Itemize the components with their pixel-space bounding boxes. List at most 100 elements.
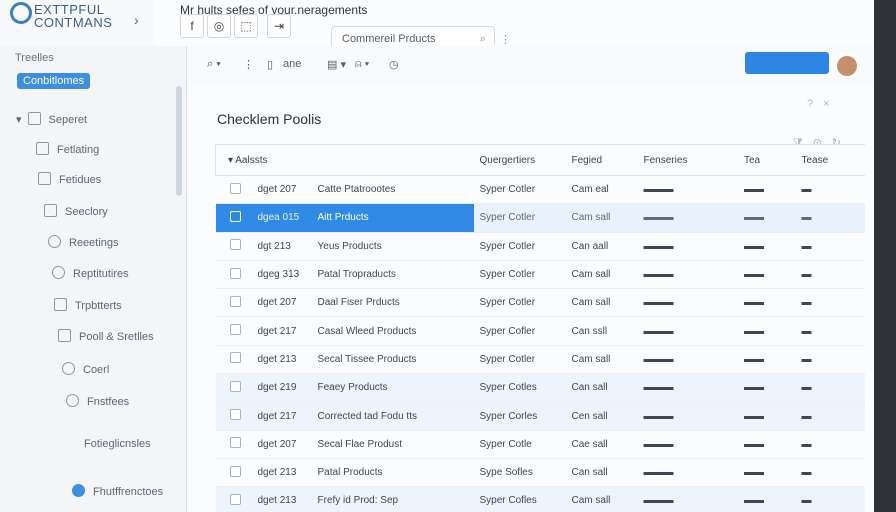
product-name[interactable]: Corrected tad Fodu tts <box>311 401 474 431</box>
sidebar-item-7[interactable]: Pooll & Sretlles <box>58 329 154 343</box>
table-row[interactable]: dget 219 Feaey Products Syper Cotles Can… <box>215 373 865 403</box>
product-name[interactable]: Catte Ptatroootes <box>311 175 474 205</box>
sidebar-item-10[interactable]: Fotieglicnsles <box>72 438 151 450</box>
checkbox[interactable] <box>229 465 241 477</box>
product-code[interactable]: dget 219 <box>251 373 312 403</box>
product-code[interactable]: dget 217 <box>251 316 312 346</box>
checkbox[interactable] <box>229 324 241 336</box>
record-icon[interactable]: ◎ <box>207 14 231 38</box>
product-category[interactable]: Sype Sofles <box>473 458 566 488</box>
more-icon[interactable]: ⋮ <box>243 58 254 71</box>
product-category[interactable]: Syper Cotler <box>473 345 566 375</box>
row-checkbox[interactable] <box>215 345 252 375</box>
product-category[interactable]: Syper Cotler <box>473 232 566 261</box>
primary-action-button[interactable] <box>745 52 829 74</box>
sidebar-item-6[interactable]: Trpbtterts <box>54 298 122 312</box>
product-code[interactable]: dget 213 <box>251 345 312 375</box>
avatar[interactable] <box>835 54 859 78</box>
zoom-dropdown[interactable]: ⌕ ▾ <box>207 58 221 71</box>
table-row[interactable]: dget 217 Casal Wleed Products Syper Cofl… <box>215 316 865 346</box>
product-code[interactable]: dget 207 <box>251 175 312 205</box>
product-name[interactable]: Aitt Prducts <box>311 203 474 233</box>
product-category[interactable]: Syper Cofles <box>473 486 566 512</box>
toolbar-label[interactable]: ane <box>283 58 301 70</box>
table-row[interactable]: dgt 213 Yeus Products Syper Cotler Can a… <box>215 232 865 261</box>
product-code[interactable]: dget 207 <box>251 430 312 459</box>
row-checkbox[interactable] <box>215 373 252 403</box>
table-row[interactable]: dgeg 313 Patal Tropraducts Syper Cotler … <box>215 260 865 290</box>
product-code[interactable]: dget 213 <box>251 458 312 488</box>
product-category[interactable]: Syper Corles <box>473 401 566 431</box>
table-row[interactable]: dget 213 Frefy id Prod: Sep Syper Cofles… <box>215 486 865 512</box>
row-checkbox[interactable] <box>215 203 252 233</box>
product-name[interactable]: Patal Tropraducts <box>311 260 474 290</box>
filter-icon[interactable]: ⋮ <box>500 33 511 46</box>
column-header-assets[interactable]: ▾ Aalssts <box>215 144 474 176</box>
row-checkbox[interactable] <box>215 316 252 346</box>
product-name[interactable]: Frefy id Prod: Sep <box>311 486 474 512</box>
table-row-selected[interactable]: dgea 015 Aitt Prducts Syper Cotler Cam s… <box>215 203 865 233</box>
column-header-tease[interactable]: Tease <box>795 144 865 176</box>
facebook-icon[interactable]: f <box>180 14 204 38</box>
column-header-series[interactable]: Fenseries <box>637 144 738 176</box>
clock-icon[interactable]: ◷ <box>389 58 399 71</box>
row-checkbox[interactable] <box>215 486 252 512</box>
product-name[interactable]: Patal Products <box>311 458 474 488</box>
row-checkbox[interactable] <box>215 175 252 205</box>
product-code[interactable]: dgea 015 <box>251 203 312 233</box>
sidebar-item-8[interactable]: Coerl <box>62 362 109 376</box>
checkbox[interactable] <box>229 295 241 307</box>
row-checkbox[interactable] <box>215 232 252 261</box>
product-category[interactable]: Syper Cotle <box>473 430 566 459</box>
sidebar-item-0[interactable]: ▾ Seperet <box>16 112 87 126</box>
search-input[interactable]: Commereil Prducts <box>342 33 436 45</box>
product-category[interactable]: Syper Cotler <box>473 175 566 205</box>
print-icon[interactable]: ⬚ <box>234 14 258 38</box>
product-category[interactable]: Syper Cotler <box>473 288 566 318</box>
export-icon[interactable]: ⇥ <box>267 14 291 38</box>
checkbox[interactable] <box>229 182 241 194</box>
search-icon[interactable]: ⌕ <box>480 33 486 46</box>
sidebar-item-2[interactable]: Fetidues <box>38 172 101 186</box>
row-checkbox[interactable] <box>215 458 252 488</box>
sidebar-item-11[interactable]: Fhutffrenctoes <box>72 484 163 498</box>
table-row[interactable]: dget 213 Patal Products Sype Sofles Can … <box>215 458 865 488</box>
sidebar-item-1[interactable]: Fetlating <box>36 142 99 156</box>
checkbox[interactable] <box>229 352 241 364</box>
table-row[interactable]: dget 207 Secal Flae Produst Syper Cotle … <box>215 430 865 459</box>
product-category[interactable]: Syper Cotles <box>473 373 566 403</box>
column-header-field[interactable]: Fegied <box>565 144 638 176</box>
product-name[interactable]: Yeus Products <box>311 232 474 261</box>
checkbox[interactable] <box>229 239 241 251</box>
table-row[interactable]: dget 217 Corrected tad Fodu tts Syper Co… <box>215 401 865 431</box>
row-checkbox[interactable] <box>215 260 252 290</box>
sidebar-item-9[interactable]: Fnstfees <box>66 394 129 408</box>
table-row[interactable]: dget 207 Daal Fiser Prducts Syper Cotler… <box>215 288 865 318</box>
product-category[interactable]: Syper Cotler <box>473 203 566 233</box>
product-category[interactable]: Syper Cofler <box>473 316 566 346</box>
checkbox[interactable] <box>229 267 241 279</box>
product-code[interactable]: dget 207 <box>251 288 312 318</box>
table-row[interactable]: dget 213 Secal Tissee Products Syper Cot… <box>215 345 865 375</box>
close-icon[interactable]: × <box>823 98 839 110</box>
checkbox[interactable] <box>229 380 241 392</box>
sidebar-scrollbar[interactable] <box>176 86 182 196</box>
table-row[interactable]: dget 207 Catte Ptatroootes Syper Cotler … <box>215 175 865 205</box>
checkbox[interactable] <box>229 493 241 505</box>
row-checkbox[interactable] <box>215 430 252 459</box>
product-code[interactable]: dgt 213 <box>251 232 312 261</box>
chevron-right-icon[interactable]: › <box>134 12 139 28</box>
row-checkbox[interactable] <box>215 401 252 431</box>
product-name[interactable]: Daal Fiser Prducts <box>311 288 474 318</box>
user-filter-dropdown[interactable]: ⍝ ▾ <box>355 58 369 71</box>
product-code[interactable]: dget 213 <box>251 486 312 512</box>
table-view-dropdown[interactable]: ▤ ▾ <box>327 58 346 71</box>
product-category[interactable]: Syper Cotler <box>473 260 566 290</box>
column-header-quantity[interactable]: Quergertiers <box>473 144 566 176</box>
row-checkbox[interactable] <box>215 288 252 318</box>
column-header-tea[interactable]: Tea <box>737 144 796 176</box>
page-icon[interactable]: ▯ <box>267 58 273 71</box>
sidebar-active-pill[interactable]: Conbitlomes <box>17 73 91 89</box>
product-name[interactable]: Secal Flae Produst <box>311 430 474 459</box>
product-code[interactable]: dgeg 313 <box>251 260 312 290</box>
